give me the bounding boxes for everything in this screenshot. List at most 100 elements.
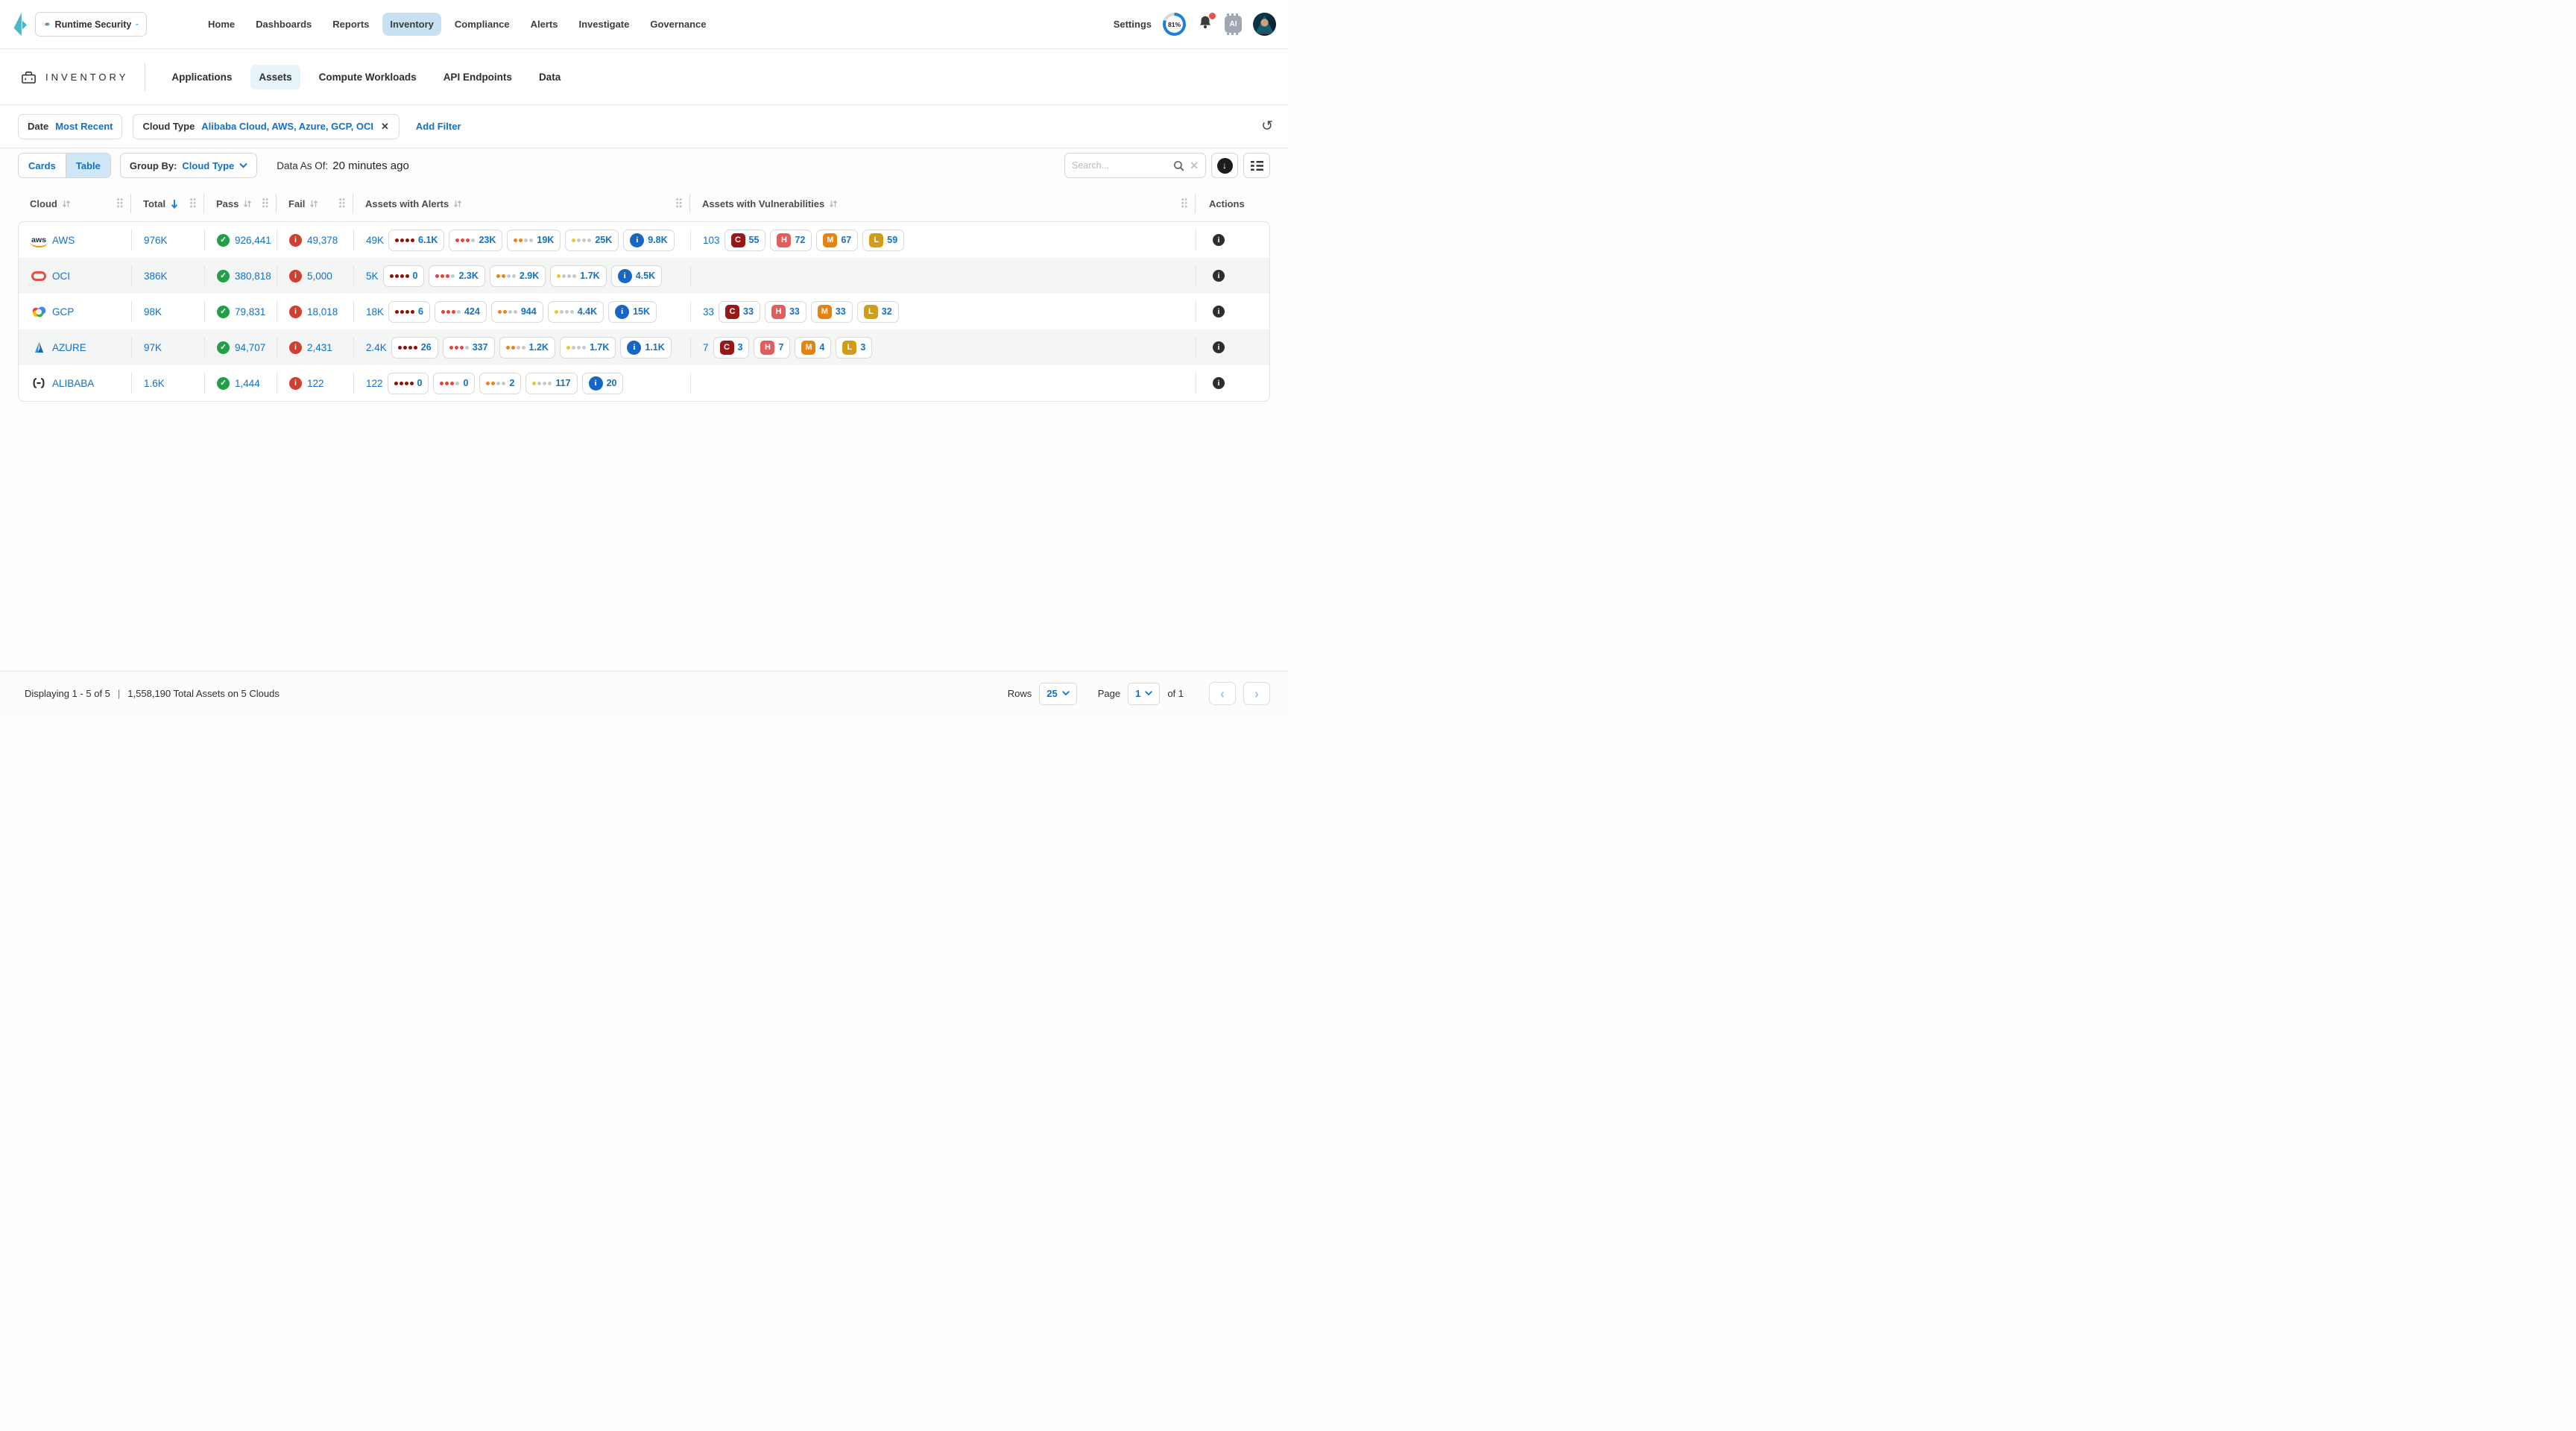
column-header-assets-with-alerts[interactable]: Assets with Alerts bbox=[353, 191, 690, 216]
alerts-low-badge[interactable]: 25K bbox=[565, 229, 619, 251]
alerts-total-link[interactable]: 49K bbox=[366, 235, 384, 246]
column-header-fail[interactable]: Fail bbox=[277, 191, 353, 216]
ai-assistant-button[interactable]: AI bbox=[1225, 13, 1242, 35]
cloud-name-link[interactable]: AZURE bbox=[52, 342, 86, 353]
alerts-critical-badge[interactable]: 6 bbox=[388, 300, 430, 323]
column-header-assets-with-vulnerabilities[interactable]: Assets with Vulnerabilities bbox=[690, 191, 1196, 216]
nav-item-home[interactable]: Home bbox=[201, 13, 242, 36]
tab-data[interactable]: Data bbox=[531, 65, 569, 89]
search-icon[interactable] bbox=[1173, 160, 1184, 171]
tab-assets[interactable]: Assets bbox=[250, 64, 300, 89]
cloud-name-link[interactable]: OCI bbox=[52, 271, 70, 282]
alerts-high-badge[interactable]: 337 bbox=[442, 336, 495, 358]
notifications-button[interactable] bbox=[1197, 13, 1216, 34]
vuln-medium-badge[interactable]: M 4 bbox=[795, 336, 832, 358]
vuln-high-badge[interactable]: H 7 bbox=[754, 336, 791, 358]
alerts-medium-badge[interactable]: 2 bbox=[479, 372, 522, 394]
column-drag-handle[interactable] bbox=[117, 198, 124, 209]
pass-count-link[interactable]: 380,818 bbox=[235, 271, 271, 282]
total-count-link[interactable]: 97K bbox=[144, 342, 162, 353]
nav-item-compliance[interactable]: Compliance bbox=[447, 13, 517, 36]
next-page-button[interactable]: › bbox=[1243, 682, 1270, 705]
reset-filters-icon[interactable]: ↺ bbox=[1261, 119, 1273, 133]
nav-item-dashboards[interactable]: Dashboards bbox=[248, 13, 319, 36]
pass-count-link[interactable]: 94,707 bbox=[235, 342, 265, 353]
fail-count-link[interactable]: 18,018 bbox=[307, 306, 338, 318]
cloud-name-link[interactable]: GCP bbox=[52, 306, 74, 318]
alerts-critical-badge[interactable]: 26 bbox=[391, 336, 438, 358]
page-select[interactable]: 1 bbox=[1128, 682, 1161, 705]
fail-count-link[interactable]: 5,000 bbox=[307, 271, 332, 282]
alerts-medium-badge[interactable]: 2.9K bbox=[489, 265, 546, 287]
row-actions-info-button[interactable]: i bbox=[1213, 306, 1225, 318]
settings-button[interactable]: Settings bbox=[1114, 19, 1152, 30]
pass-count-link[interactable]: 79,831 bbox=[235, 306, 265, 318]
total-count-link[interactable]: 1.6K bbox=[144, 378, 165, 389]
cloud-name-link[interactable]: AWS bbox=[52, 235, 75, 246]
alerts-low-badge[interactable]: 1.7K bbox=[559, 336, 616, 358]
row-actions-info-button[interactable]: i bbox=[1213, 341, 1225, 353]
vulns-total-link[interactable]: 33 bbox=[703, 306, 714, 318]
alerts-high-badge[interactable]: 23K bbox=[449, 229, 503, 251]
tab-compute-workloads[interactable]: Compute Workloads bbox=[311, 65, 425, 89]
vuln-critical-badge[interactable]: C 33 bbox=[719, 300, 760, 323]
vuln-high-badge[interactable]: H 72 bbox=[770, 229, 812, 251]
row-actions-info-button[interactable]: i bbox=[1213, 377, 1225, 389]
group-by-select[interactable]: Group By: Cloud Type bbox=[119, 153, 258, 178]
alerts-info-badge[interactable]: i 20 bbox=[581, 372, 624, 394]
pass-count-link[interactable]: 1,444 bbox=[235, 378, 260, 389]
pass-count-link[interactable]: 926,441 bbox=[235, 235, 271, 246]
alerts-low-badge[interactable]: 4.4K bbox=[547, 300, 604, 323]
alerts-info-badge[interactable]: i 15K bbox=[608, 300, 657, 323]
alerts-low-badge[interactable]: 117 bbox=[525, 372, 578, 394]
column-header-cloud[interactable]: Cloud bbox=[18, 191, 131, 216]
nav-item-reports[interactable]: Reports bbox=[325, 13, 376, 36]
vulns-total-link[interactable]: 7 bbox=[703, 342, 709, 353]
user-avatar[interactable] bbox=[1253, 13, 1276, 36]
vuln-critical-badge[interactable]: C 55 bbox=[724, 229, 766, 251]
total-count-link[interactable]: 976K bbox=[144, 235, 168, 246]
usage-ring[interactable]: 81% bbox=[1163, 13, 1186, 36]
download-button[interactable]: ↓ bbox=[1211, 153, 1238, 178]
vuln-critical-badge[interactable]: C 3 bbox=[713, 336, 750, 358]
vuln-low-badge[interactable]: L 59 bbox=[862, 229, 905, 251]
tab-api-endpoints[interactable]: API Endpoints bbox=[435, 65, 520, 89]
row-actions-info-button[interactable]: i bbox=[1213, 234, 1225, 246]
nav-item-inventory[interactable]: Inventory bbox=[382, 13, 441, 36]
product-switcher[interactable]: Runtime Security bbox=[35, 12, 147, 37]
alerts-total-link[interactable]: 18K bbox=[366, 306, 384, 318]
search-input[interactable] bbox=[1072, 160, 1169, 171]
nav-item-investigate[interactable]: Investigate bbox=[571, 13, 637, 36]
vuln-low-badge[interactable]: L 3 bbox=[836, 336, 873, 358]
row-actions-info-button[interactable]: i bbox=[1213, 270, 1225, 282]
alerts-info-badge[interactable]: i 1.1K bbox=[620, 336, 672, 358]
total-count-link[interactable]: 386K bbox=[144, 271, 168, 282]
column-drag-handle[interactable] bbox=[339, 198, 346, 209]
table-view-button[interactable]: Table bbox=[65, 154, 110, 177]
column-drag-handle[interactable] bbox=[676, 198, 683, 209]
alerts-critical-badge[interactable]: 0 bbox=[382, 265, 425, 287]
fail-count-link[interactable]: 122 bbox=[307, 378, 324, 389]
alerts-high-badge[interactable]: 424 bbox=[434, 300, 487, 323]
column-drag-handle[interactable] bbox=[190, 198, 197, 209]
alerts-medium-badge[interactable]: 19K bbox=[507, 229, 561, 251]
add-filter-button[interactable]: Add Filter bbox=[416, 121, 461, 132]
vuln-high-badge[interactable]: H 33 bbox=[764, 300, 806, 323]
alerts-total-link[interactable]: 2.4K bbox=[366, 342, 387, 353]
cloud-type-filter-chip[interactable]: Cloud Type Alibaba Cloud, AWS, Azure, GC… bbox=[133, 113, 400, 139]
alerts-critical-badge[interactable]: 6.1K bbox=[388, 229, 445, 251]
alerts-low-badge[interactable]: 1.7K bbox=[550, 265, 607, 287]
alerts-medium-badge[interactable]: 1.2K bbox=[499, 336, 555, 358]
column-header-pass[interactable]: Pass bbox=[204, 191, 277, 216]
previous-page-button[interactable]: ‹ bbox=[1209, 682, 1236, 705]
fail-count-link[interactable]: 2,431 bbox=[307, 342, 332, 353]
alerts-info-badge[interactable]: i 9.8K bbox=[623, 229, 675, 251]
vuln-medium-badge[interactable]: M 67 bbox=[816, 229, 859, 251]
cards-view-button[interactable]: Cards bbox=[19, 154, 66, 177]
alerts-total-link[interactable]: 122 bbox=[366, 378, 383, 389]
total-count-link[interactable]: 98K bbox=[144, 306, 162, 318]
rows-per-page-select[interactable]: 25 bbox=[1039, 682, 1077, 705]
alerts-info-badge[interactable]: i 4.5K bbox=[610, 265, 663, 287]
fail-count-link[interactable]: 49,378 bbox=[307, 235, 338, 246]
alerts-high-badge[interactable]: 0 bbox=[433, 372, 476, 394]
